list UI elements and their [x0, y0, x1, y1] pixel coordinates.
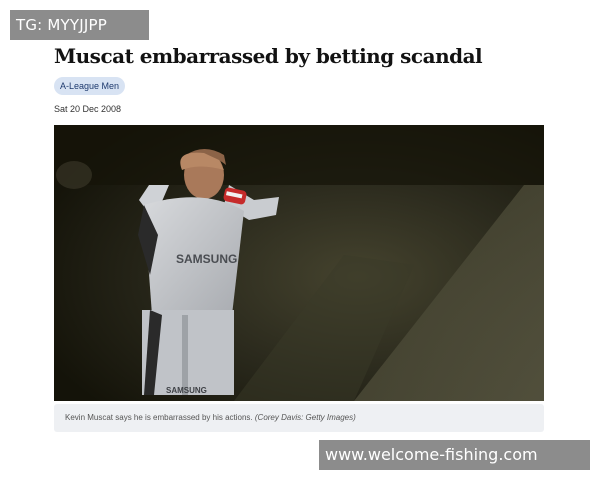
shorts-sponsor-text: SAMSUNG: [166, 386, 207, 395]
photo-image: SAMSUNG SAMSUNG: [54, 125, 544, 401]
caption-credit: (Corey Davis: Getty Images): [254, 413, 356, 422]
category-tag[interactable]: A-League Men: [54, 77, 125, 95]
shirt-sponsor-text: SAMSUNG: [176, 252, 237, 266]
watermark-bottom: www.welcome-fishing.com: [319, 440, 590, 470]
caption-text: Kevin Muscat says he is embarrassed by h…: [65, 413, 253, 422]
photo-caption: Kevin Muscat says he is embarrassed by h…: [54, 404, 544, 432]
article-photo: SAMSUNG SAMSUNG: [54, 125, 544, 401]
article-date: Sat 20 Dec 2008: [54, 104, 122, 114]
article-headline: Muscat embarrassed by betting scandal: [54, 44, 483, 68]
watermark-top: TG: MYYJJPP: [10, 10, 149, 40]
